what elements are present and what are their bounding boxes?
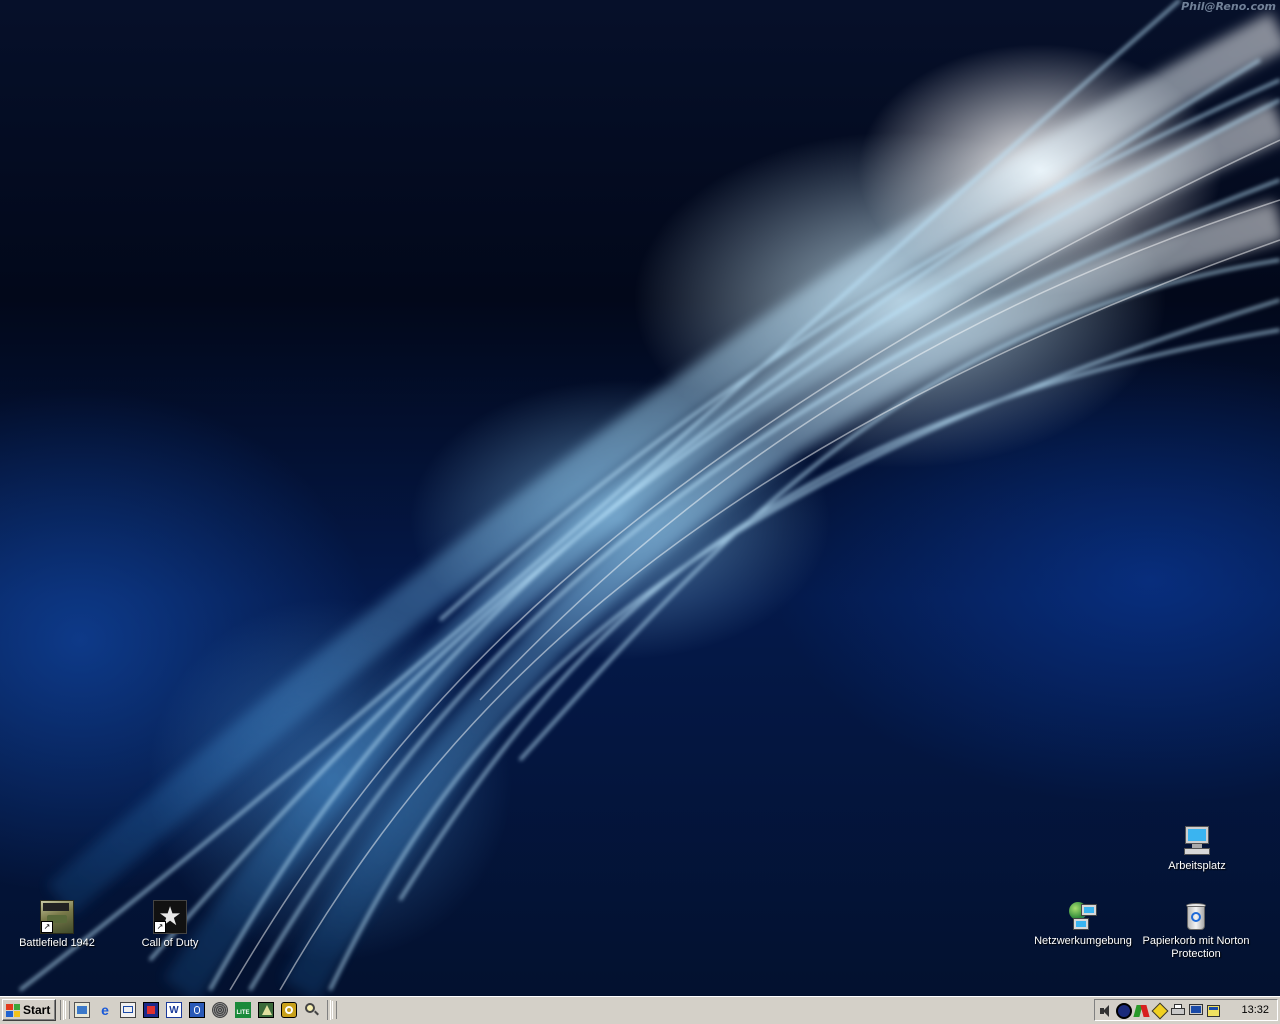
internet-explorer-icon[interactable]: e bbox=[97, 1002, 113, 1018]
start-label: Start bbox=[23, 1003, 51, 1017]
quick-launch-grip[interactable] bbox=[65, 1001, 70, 1019]
desktop-icon-label: Battlefield 1942 bbox=[19, 937, 95, 949]
update-icon[interactable] bbox=[281, 1002, 297, 1018]
desktop-icon-netzwerkumgebung[interactable]: Netzwerkumgebung bbox=[1028, 900, 1138, 948]
start-button[interactable]: Start bbox=[2, 999, 56, 1021]
outlook-express-icon[interactable] bbox=[120, 1002, 136, 1018]
taskbar-separator bbox=[60, 1000, 64, 1020]
display-icon[interactable] bbox=[1188, 1003, 1204, 1019]
shortcut-arrow-icon: ↗ bbox=[154, 921, 166, 933]
wallpaper-watermark: Phil@Reno.com bbox=[1181, 0, 1276, 13]
cd-player-icon[interactable] bbox=[212, 1002, 228, 1018]
taskbar: Start e W LITE 13:32 bbox=[0, 996, 1280, 1024]
desktop-icon-arbeitsplatz[interactable]: Arbeitsplatz bbox=[1142, 825, 1252, 873]
shortcut-arrow-icon: ↗ bbox=[41, 921, 53, 933]
taskbar-separator bbox=[327, 1000, 331, 1020]
desktop[interactable]: Phil@Reno.com ↗ Battlefield 1942 ★ ↗ Cal… bbox=[0, 0, 1280, 996]
printer-icon[interactable] bbox=[1170, 1003, 1186, 1019]
acrobat-icon[interactable] bbox=[258, 1002, 274, 1018]
lite-app-icon[interactable]: LITE bbox=[235, 1002, 251, 1018]
desktop-icon-label: Call of Duty bbox=[141, 937, 199, 949]
desktop-icon-call-of-duty[interactable]: ★ ↗ Call of Duty bbox=[115, 900, 225, 950]
windows-logo-icon bbox=[6, 1003, 20, 1017]
desktop-icon-label: Papierkorb mit Norton Protection bbox=[1142, 935, 1250, 960]
network-activity-icon[interactable] bbox=[1133, 1003, 1150, 1019]
call-of-duty-icon: ★ ↗ bbox=[153, 900, 187, 934]
taskbar-clock[interactable]: 13:32 bbox=[1241, 1004, 1269, 1016]
volume-icon[interactable] bbox=[1098, 1003, 1114, 1019]
search-icon[interactable] bbox=[304, 1002, 320, 1018]
task-area-grip[interactable] bbox=[332, 1001, 337, 1019]
norton-icon[interactable] bbox=[1151, 1002, 1169, 1020]
desktop-icon-label: Arbeitsplatz bbox=[1168, 860, 1226, 872]
antivirus-icon[interactable] bbox=[1116, 1003, 1132, 1019]
battlefield-1942-icon: ↗ bbox=[40, 900, 74, 934]
desktop-icon-label: Netzwerkumgebung bbox=[1034, 935, 1132, 947]
publisher-icon[interactable] bbox=[189, 1002, 205, 1018]
desktop-icon-papierkorb[interactable]: Papierkorb mit Norton Protection bbox=[1141, 900, 1251, 961]
wallpaper-light-streaks bbox=[19, 0, 1280, 996]
recycle-bin-icon bbox=[1180, 900, 1212, 932]
network-places-icon bbox=[1067, 900, 1099, 932]
my-computer-icon bbox=[1181, 825, 1213, 857]
scheduler-icon[interactable] bbox=[1206, 1003, 1222, 1019]
system-tray: 13:32 bbox=[1094, 999, 1278, 1021]
word-icon[interactable]: W bbox=[166, 1002, 182, 1018]
media-player-icon[interactable] bbox=[143, 1002, 159, 1018]
desktop-icon-battlefield-1942[interactable]: ↗ Battlefield 1942 bbox=[2, 900, 112, 950]
show-desktop-icon[interactable] bbox=[74, 1002, 90, 1018]
